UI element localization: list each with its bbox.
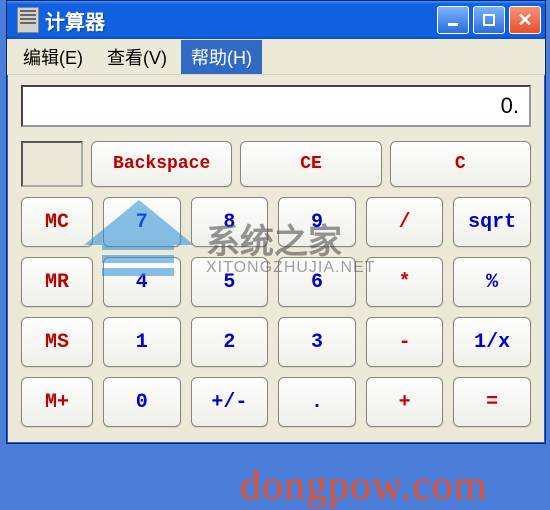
memory-indicator [21, 141, 83, 187]
divide-button[interactable]: / [366, 197, 444, 247]
percent-button[interactable]: % [453, 257, 531, 307]
window-title: 计算器 [45, 6, 437, 35]
menu-edit[interactable]: 编辑(E) [13, 40, 93, 74]
key-5[interactable]: 5 [191, 257, 269, 307]
menu-view[interactable]: 查看(V) [97, 40, 177, 74]
plusminus-button[interactable]: +/- [191, 377, 269, 427]
add-button[interactable]: + [366, 377, 444, 427]
multiply-button[interactable]: * [366, 257, 444, 307]
close-button[interactable]: ✕ [509, 6, 541, 34]
mr-button[interactable]: MR [21, 257, 93, 307]
mc-button[interactable]: MC [21, 197, 93, 247]
watermark-url: dongpow.com [240, 462, 487, 510]
menubar: 编辑(E) 查看(V) 帮助(H) [7, 39, 545, 75]
key-0[interactable]: 0 [103, 377, 181, 427]
key-2[interactable]: 2 [191, 317, 269, 367]
key-9[interactable]: 9 [278, 197, 356, 247]
key-7[interactable]: 7 [103, 197, 181, 247]
minimize-button[interactable] [437, 6, 469, 34]
key-4[interactable]: 4 [103, 257, 181, 307]
maximize-button[interactable] [473, 6, 505, 34]
key-6[interactable]: 6 [278, 257, 356, 307]
key-1[interactable]: 1 [103, 317, 181, 367]
equals-button[interactable]: = [453, 377, 531, 427]
mplus-button[interactable]: M+ [21, 377, 93, 427]
backspace-button[interactable]: Backspace [91, 141, 232, 187]
titlebar[interactable]: 计算器 ✕ [7, 1, 545, 39]
reciprocal-button[interactable]: 1/x [453, 317, 531, 367]
calculator-window: 计算器 ✕ 编辑(E) 查看(V) 帮助(H) 0. Backspace CE … [6, 0, 546, 444]
decimal-button[interactable]: . [278, 377, 356, 427]
key-8[interactable]: 8 [191, 197, 269, 247]
sqrt-button[interactable]: sqrt [453, 197, 531, 247]
key-3[interactable]: 3 [278, 317, 356, 367]
display: 0. [21, 85, 531, 127]
menu-help[interactable]: 帮助(H) [181, 40, 262, 74]
c-button[interactable]: C [390, 141, 531, 187]
ce-button[interactable]: CE [240, 141, 381, 187]
app-icon [17, 7, 39, 33]
subtract-button[interactable]: - [366, 317, 444, 367]
ms-button[interactable]: MS [21, 317, 93, 367]
